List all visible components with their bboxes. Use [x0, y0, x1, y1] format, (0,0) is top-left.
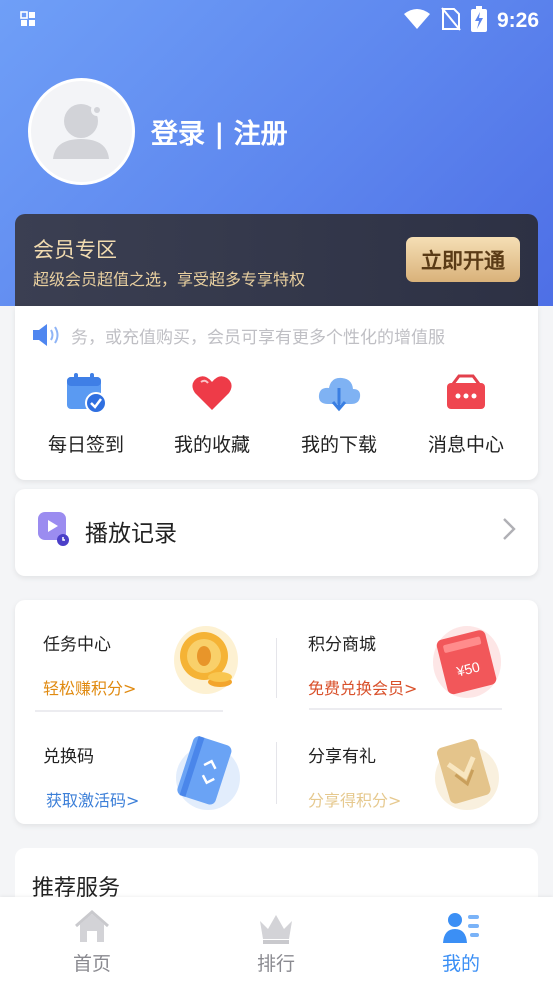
- notice-marquee[interactable]: 务，或充值购买，会员可享有更多个性化的增值服: [71, 323, 483, 348]
- quick-action-label: 我的收藏: [173, 434, 250, 456]
- default-avatar-icon: [53, 104, 109, 159]
- quick-actions-card: 务，或充值购买，会员可享有更多个性化的增值服 每日签到 我的收藏 我的下载 消息…: [15, 306, 538, 480]
- redeem-code-item[interactable]: 兑换码 获取激活码>: [43, 742, 139, 811]
- task-subtitle: 免费兑换会员>: [308, 679, 418, 698]
- nav-label: 排行: [256, 953, 295, 975]
- battery-charging-icon: [470, 6, 487, 36]
- play-record-label: 播放记录: [85, 521, 177, 547]
- user-list-icon: [441, 907, 481, 947]
- vip-title: 会员专区: [33, 238, 117, 262]
- quick-action-label: 消息中心: [427, 434, 504, 456]
- task-title: 积分商城: [308, 635, 376, 655]
- message-center-button[interactable]: 消息中心: [401, 370, 531, 457]
- play-history-icon: [37, 511, 71, 551]
- heart-icon: [189, 370, 235, 416]
- message-box-icon: [443, 370, 489, 416]
- vip-card-icon: [429, 732, 501, 816]
- vip-subtitle: 超级会员超值之选，享受超多专享特权: [33, 270, 306, 289]
- task-subtitle: 获取激活码>: [46, 791, 140, 810]
- nav-mine[interactable]: 我的: [401, 907, 521, 976]
- vip-banner: 会员专区 超级会员超值之选，享受超多专享特权 立即开通: [15, 214, 538, 306]
- no-sim-icon: [441, 7, 461, 35]
- nav-home[interactable]: 首页: [32, 907, 152, 976]
- nav-ranking[interactable]: 排行: [216, 907, 336, 976]
- task-center-item[interactable]: 任务中心 轻松赚积分>: [43, 630, 136, 699]
- status-bar: 9:26: [0, 0, 553, 40]
- daily-checkin-button[interactable]: 每日签到: [21, 370, 151, 457]
- task-title: 分享有礼: [308, 747, 376, 767]
- task-title: 兑换码: [43, 747, 94, 767]
- cloud-download-icon: [316, 370, 362, 416]
- gold-coin-icon: [172, 622, 240, 702]
- crown-icon: [256, 907, 296, 947]
- share-gift-item[interactable]: 分享有礼 分享得积分>: [308, 742, 401, 811]
- nav-label: 我的: [441, 953, 480, 975]
- speaker-icon: [31, 322, 61, 352]
- task-subtitle: 分享得积分>: [308, 791, 402, 810]
- home-icon: [72, 907, 112, 947]
- my-favorites-button[interactable]: 我的收藏: [147, 370, 277, 457]
- coupon-icon: ¥50: [431, 620, 503, 704]
- chevron-right-icon: [502, 517, 516, 545]
- avatar[interactable]: [28, 78, 135, 185]
- tasks-card: 任务中心 轻松赚积分> 积分商城 免费兑换会员> ¥50 兑换码 获取激活码> …: [15, 600, 538, 824]
- nav-label: 首页: [72, 953, 111, 975]
- app-grid-icon: [20, 11, 36, 31]
- play-record-row[interactable]: 播放记录: [15, 489, 538, 576]
- my-downloads-button[interactable]: 我的下载: [274, 370, 404, 457]
- task-subtitle: 轻松赚积分>: [43, 679, 137, 698]
- calendar-check-icon: [63, 370, 109, 416]
- divider: [309, 708, 502, 710]
- points-mall-item[interactable]: 积分商城 免费兑换会员>: [308, 630, 417, 699]
- vip-open-button[interactable]: 立即开通: [406, 237, 520, 282]
- bottom-nav: 首页 排行 我的: [0, 897, 553, 983]
- wifi-icon: [403, 8, 431, 34]
- divider: [35, 710, 223, 712]
- quick-action-label: 每日签到: [47, 434, 124, 456]
- task-title: 任务中心: [43, 635, 111, 655]
- status-time: 9:26: [496, 9, 539, 32]
- divider: [276, 638, 277, 698]
- divider: [276, 742, 277, 804]
- quick-action-label: 我的下载: [300, 434, 377, 456]
- card-exchange-icon: [170, 732, 242, 816]
- login-register-link[interactable]: 登录 | 注册: [151, 112, 288, 151]
